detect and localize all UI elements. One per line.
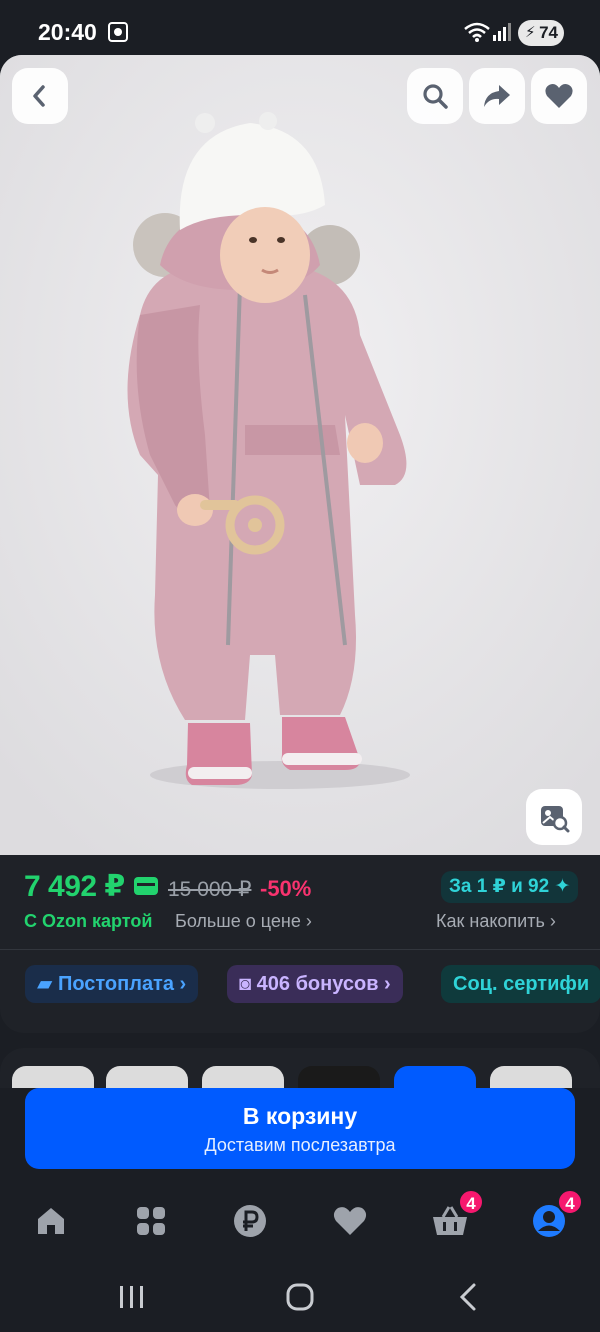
how-to-save-link[interactable]: Как накопить › (436, 911, 556, 932)
discount-badge: -50% (260, 876, 312, 901)
system-navigation-bar (0, 1262, 600, 1332)
heart-icon (333, 1207, 367, 1235)
reward-points-badge[interactable]: За 1 ₽ и 92 ✦ (441, 871, 579, 903)
signal-icon (493, 23, 511, 41)
old-price: 15 000 ₽ (168, 878, 252, 901)
reward-text: За 1 ₽ и 92 (449, 876, 550, 897)
price-panel: 7 492 ₽ 15 000 ₽ -50% За 1 ₽ и 92 ✦ С Oz… (0, 855, 600, 1033)
heart-icon (545, 84, 573, 108)
cart-button-title: В корзину (242, 1103, 358, 1129)
charging-icon: ⚡ (525, 24, 536, 41)
nav-favorites[interactable] (330, 1201, 370, 1241)
product-image[interactable] (0, 55, 600, 855)
favorite-button[interactable] (531, 68, 587, 124)
nav-catalog[interactable] (131, 1201, 171, 1241)
status-time: 20:40 (38, 19, 97, 45)
nav-ozon-bank[interactable] (230, 1201, 270, 1241)
postpay-chip[interactable]: ▰ Постоплата › (25, 965, 199, 1003)
nav-profile[interactable]: 4 (529, 1189, 583, 1241)
wifi-icon (464, 22, 490, 42)
home-system-icon[interactable] (286, 1283, 314, 1311)
divider (0, 949, 600, 950)
product-photo (0, 55, 600, 855)
chevron-left-icon (33, 85, 45, 107)
social-certificate-chip[interactable]: Соц. сертифи (441, 965, 600, 1003)
bonus-icon: ◙ (239, 973, 252, 995)
variant-thumbnail[interactable] (202, 1066, 284, 1088)
more-about-price-link[interactable]: Больше о цене › (175, 911, 312, 932)
add-to-cart-button[interactable]: В корзину Доставим послезавтра (25, 1088, 575, 1169)
battery-level: 74 (539, 23, 558, 42)
chip-label: 406 бонусов › (256, 973, 391, 995)
ruble-icon (234, 1205, 266, 1237)
ozon-card-icon (134, 877, 158, 895)
share-button[interactable] (469, 68, 525, 124)
nav-cart[interactable]: 4 (430, 1189, 484, 1241)
screen-record-icon (108, 22, 128, 42)
cart-count-badge: 4 (458, 1189, 484, 1215)
chip-label: Соц. сертифи (453, 973, 590, 995)
variant-thumbnail[interactable] (106, 1066, 188, 1088)
catalog-icon (137, 1207, 165, 1235)
share-icon (484, 85, 510, 107)
chip-label: Постоплата › (57, 973, 187, 995)
bottom-navigation: 4 4 (0, 1182, 600, 1262)
ozon-card-label: С Ozon картой (24, 911, 153, 931)
image-search-button[interactable] (526, 789, 582, 845)
sparkle-icon: ✦ (554, 876, 571, 897)
variant-thumbnail[interactable] (12, 1066, 94, 1088)
delivery-date: Доставим послезавтра (204, 1135, 396, 1155)
status-bar: 20:40 ⚡ 74 (0, 0, 600, 62)
bonuses-chip[interactable]: ◙ 406 бонусов › (227, 965, 403, 1003)
variant-thumbnails (0, 1048, 600, 1088)
nav-home[interactable] (31, 1201, 71, 1241)
image-search-icon (541, 806, 570, 833)
price-with-card[interactable]: 7 492 ₽ (24, 869, 125, 904)
search-icon (423, 84, 448, 109)
recent-apps-icon[interactable] (118, 1284, 146, 1310)
back-button[interactable] (12, 68, 68, 124)
search-button[interactable] (407, 68, 463, 124)
profile-notification-badge: 4 (557, 1189, 583, 1215)
back-system-icon[interactable] (456, 1282, 480, 1312)
variant-thumbnail-selected[interactable] (394, 1066, 476, 1088)
wallet-icon: ▰ (37, 973, 53, 995)
home-icon (38, 1208, 64, 1234)
battery-indicator: ⚡ 74 (518, 20, 564, 46)
variant-thumbnail[interactable] (490, 1066, 572, 1088)
variant-thumbnail[interactable] (298, 1066, 380, 1088)
